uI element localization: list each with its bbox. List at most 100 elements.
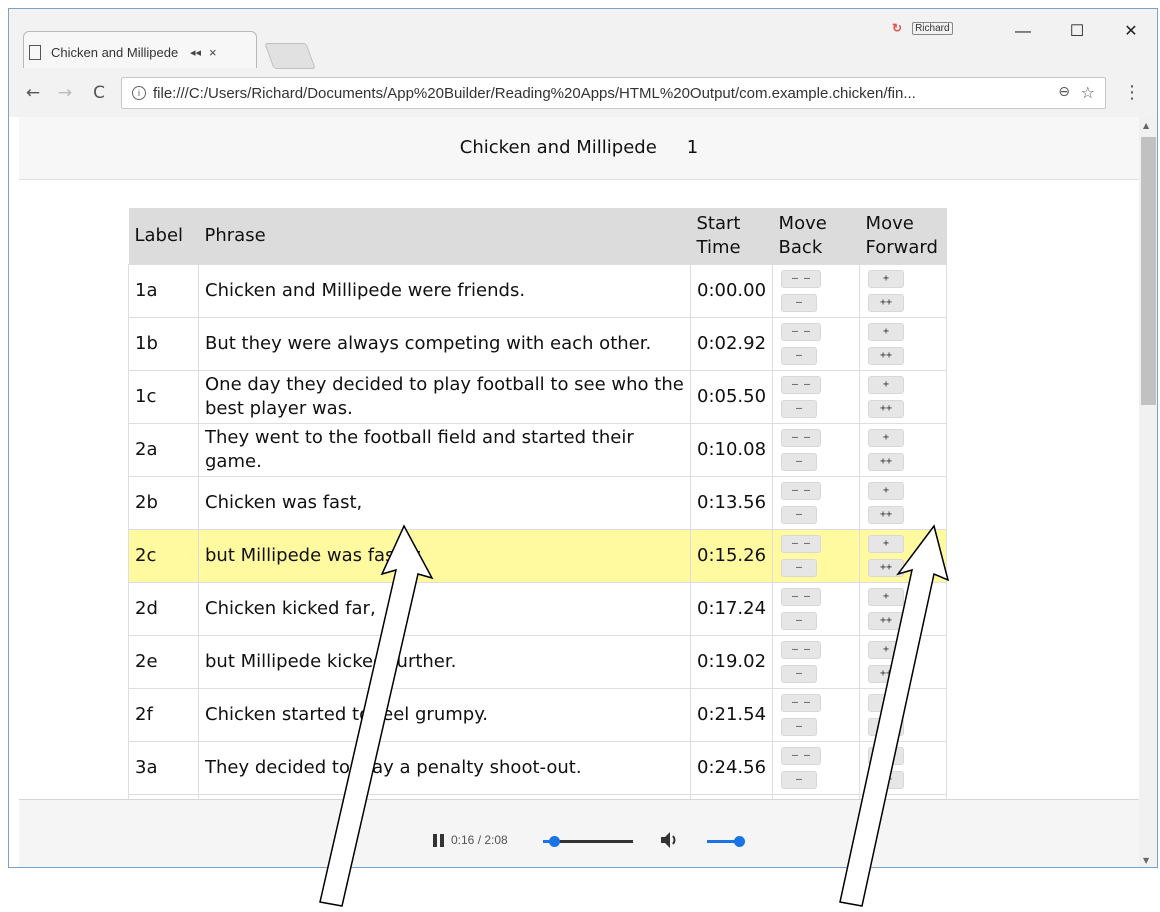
table-row[interactable]: 1b But they were always competing with ea… — [128, 317, 948, 371]
tab-chicken[interactable]: Chicken and Millipede ◂◂ × — [29, 37, 259, 67]
move-forward-big-button[interactable]: ++ — [868, 771, 905, 789]
maximize-button[interactable]: ☐ — [1057, 17, 1097, 47]
audio-player: 0:16 / 2:08 — [19, 799, 1139, 867]
move-forward-small-button[interactable]: + — [868, 482, 905, 500]
move-forward-small-button[interactable]: + — [868, 535, 905, 553]
table-row[interactable]: 2e but Millipede kicked further. 0:19.02– … — [128, 635, 948, 689]
volume-slider[interactable] — [707, 836, 745, 847]
move-back-small-button[interactable]: – — [781, 771, 818, 789]
move-back-small-button[interactable]: – — [781, 612, 818, 630]
phrase-cell: Chicken was fast, — [198, 476, 691, 530]
move-forward-big-button[interactable]: ++ — [868, 400, 905, 418]
tab-close-icon[interactable]: × — [209, 45, 217, 60]
column-header-move-back: Move Back — [772, 208, 860, 265]
seek-handle[interactable] — [549, 836, 561, 847]
url-text[interactable]: file:///C:/Users/Richard/Documents/App%2… — [153, 85, 1053, 102]
address-bar[interactable]: i file:///C:/Users/Richard/Documents/App… — [121, 77, 1106, 109]
speaker-icon[interactable]: ◂◂ — [190, 46, 201, 59]
move-forward-big-button[interactable]: ++ — [868, 665, 905, 683]
move-back-big-button[interactable]: – – — [781, 641, 822, 659]
back-arrow-icon[interactable]: ← — [21, 79, 45, 107]
start-time-cell: 0:10.08 — [689, 423, 774, 477]
move-forward-big-button[interactable]: ++ — [868, 453, 905, 471]
move-forward-small-button[interactable]: + — [868, 641, 905, 659]
move-back-big-button[interactable]: – – — [781, 588, 822, 606]
move-forward-big-button[interactable]: ++ — [868, 294, 905, 312]
move-back-big-button[interactable]: – – — [781, 694, 822, 712]
move-back-big-button[interactable]: – – — [781, 376, 822, 394]
move-back-big-button[interactable]: – – — [781, 482, 822, 500]
table-row[interactable]: 2c but Millipede was faster. 0:15.26– –– ++… — [128, 529, 948, 583]
start-time-cell: 0:02.92 — [689, 317, 774, 371]
volume-handle[interactable] — [734, 836, 745, 847]
zoom-icon[interactable]: ⊖ — [1058, 84, 1070, 100]
new-tab-button[interactable] — [264, 43, 316, 69]
column-header-move-forward: Move Forward — [859, 208, 947, 265]
table-row[interactable]: 1a Chicken and Millipede were friends. 0:0… — [128, 264, 948, 318]
move-forward-cell: +++ — [859, 317, 948, 371]
scroll-down-icon[interactable]: ▼ — [1143, 856, 1149, 865]
move-forward-big-button[interactable]: ++ — [868, 347, 905, 365]
table-row[interactable]: 2d Chicken kicked far, 0:17.24– –– +++ — [128, 582, 948, 636]
move-forward-small-button[interactable]: + — [868, 323, 905, 341]
move-forward-small-button[interactable]: + — [868, 747, 905, 765]
toolbar: ← → C i file:///C:/Users/Richard/Documen… — [9, 71, 1157, 118]
bookmark-star-icon[interactable]: ☆ — [1081, 83, 1095, 102]
table-row[interactable]: 2b Chicken was fast, 0:13.56– –– +++ — [128, 476, 948, 530]
sync-icon: ↻ — [892, 21, 903, 35]
move-forward-big-button[interactable]: ++ — [868, 559, 905, 577]
table-row[interactable]: 2a They went to the football field and st… — [128, 423, 948, 477]
move-back-cell: – – – — [772, 688, 861, 742]
label-cell: 2f — [128, 688, 199, 742]
move-back-small-button[interactable]: – — [781, 506, 818, 524]
move-back-small-button[interactable]: – — [781, 453, 818, 471]
move-forward-small-button[interactable]: + — [868, 270, 905, 288]
move-forward-small-button[interactable]: + — [868, 429, 905, 447]
phrase-cell: But they were always competing with each… — [198, 317, 691, 371]
label-cell: 1c — [128, 370, 199, 424]
move-back-small-button[interactable]: – — [781, 665, 818, 683]
minimize-button[interactable]: — — [1003, 17, 1043, 47]
seek-bar[interactable] — [543, 836, 633, 847]
move-back-small-button[interactable]: – — [781, 559, 818, 577]
close-button[interactable]: ✕ — [1111, 17, 1151, 47]
move-back-big-button[interactable]: – – — [781, 270, 822, 288]
move-back-small-button[interactable]: – — [781, 400, 818, 418]
column-header-start-time: Start Time — [690, 208, 773, 265]
move-back-big-button[interactable]: – – — [781, 323, 822, 341]
pause-icon[interactable] — [433, 834, 444, 847]
move-back-big-button[interactable]: – – — [781, 429, 822, 447]
menu-icon[interactable]: ⋮ — [1123, 80, 1141, 106]
move-forward-small-button[interactable]: + — [868, 376, 905, 394]
profile-name: Richard — [912, 21, 953, 35]
move-back-small-button[interactable]: – — [781, 294, 818, 312]
reload-icon[interactable]: C — [87, 79, 111, 107]
info-icon[interactable]: i — [132, 86, 146, 100]
scroll-up-icon[interactable]: ▲ — [1143, 121, 1149, 130]
document-icon — [29, 44, 41, 60]
profile-badge[interactable]: ↻ Richard — [892, 21, 953, 35]
table-row[interactable]: 1c One day they decided to play football … — [128, 370, 948, 424]
label-cell: 2d — [128, 582, 199, 636]
phrase-cell: They went to the football field and star… — [198, 423, 691, 477]
move-back-small-button[interactable]: – — [781, 347, 818, 365]
move-forward-cell: +++ — [859, 688, 948, 742]
move-forward-big-button[interactable]: ++ — [868, 718, 905, 736]
volume-icon[interactable] — [659, 830, 681, 854]
forward-arrow-icon[interactable]: → — [53, 79, 77, 107]
move-back-small-button[interactable]: – — [781, 718, 818, 736]
move-forward-big-button[interactable]: ++ — [868, 612, 905, 630]
move-forward-big-button[interactable]: ++ — [868, 506, 905, 524]
scroll-thumb[interactable] — [1141, 137, 1156, 405]
move-forward-small-button[interactable]: + — [868, 694, 905, 712]
table-row[interactable]: 2f Chicken started to feel grumpy. 0:21.54… — [128, 688, 948, 742]
move-back-cell: – – – — [772, 370, 861, 424]
label-cell: 3a — [128, 741, 199, 795]
move-back-big-button[interactable]: – – — [781, 535, 822, 553]
move-forward-small-button[interactable]: + — [868, 588, 905, 606]
move-back-cell: – – – — [772, 741, 861, 795]
move-back-big-button[interactable]: – – — [781, 747, 822, 765]
table-row[interactable]: 3a They decided to play a penalty shoot-o… — [128, 741, 948, 795]
phrase-cell: but Millipede was faster. — [198, 529, 691, 583]
vertical-scrollbar[interactable]: ▲ ▼ — [1139, 117, 1157, 867]
